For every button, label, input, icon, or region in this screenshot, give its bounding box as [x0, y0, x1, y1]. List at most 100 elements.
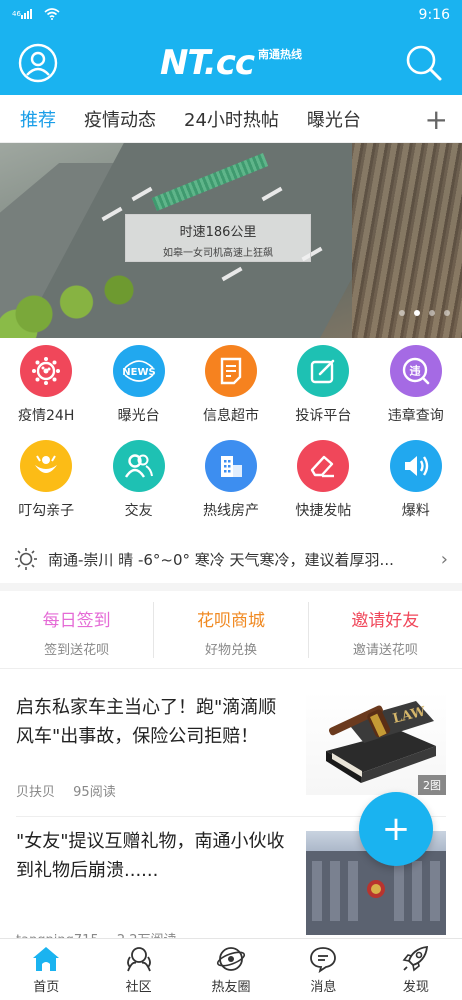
community-icon — [126, 947, 151, 972]
promo-invite[interactable]: 邀请好友 邀请送花呗 — [309, 602, 462, 658]
grid-label: 疫情24H — [18, 408, 75, 424]
grid-item-epidemic[interactable]: 疫情24H — [0, 345, 92, 440]
grid-item-real-estate[interactable]: 热线房产 — [185, 440, 277, 535]
eraser-icon — [297, 440, 350, 492]
grid-label: 快捷发帖 — [295, 503, 352, 519]
tab-24h-hot[interactable]: 24小时热帖 — [184, 106, 279, 132]
grid-label: 信息超市 — [202, 408, 259, 424]
promo-title: 花呗商城 — [196, 610, 265, 631]
news-title: "女友"提议互赠礼物，南通小伙收到礼物后崩溃...... — [16, 831, 285, 881]
profile-button[interactable] — [18, 43, 58, 83]
news-icon: NEWS — [112, 345, 165, 397]
image-count-badge: 2图 — [418, 775, 446, 795]
compose-fab[interactable]: + — [359, 792, 433, 866]
tab-exposure[interactable]: 曝光台 — [307, 106, 361, 132]
grid-item-complaint[interactable]: 投诉平台 — [277, 345, 369, 440]
status-bar: 46 9:16 — [0, 0, 462, 30]
nav-label: 消息 — [310, 980, 337, 995]
home-icon — [33, 947, 60, 971]
top-bar: 46 9:16 NT.cc 南通热线 — [0, 0, 462, 95]
search-button[interactable] — [404, 43, 444, 83]
grid-label: 热线房产 — [202, 503, 259, 519]
category-tabs: 推荐 疫情动态 24小时热帖 曝光台 + — [0, 95, 462, 143]
carousel-dot-active[interactable] — [414, 310, 420, 316]
nav-home[interactable]: 首页 — [0, 939, 92, 1000]
svg-text:46: 46 — [12, 10, 21, 18]
banner-subtitle: 如皋一女司机高速上狂飙 — [163, 248, 273, 259]
grid-item-info-market[interactable]: 信息超市 — [185, 345, 277, 440]
search-icon — [406, 45, 442, 80]
banner-title: 时速186公里 — [179, 225, 257, 240]
grid-item-quick-post[interactable]: 快捷发帖 — [277, 440, 369, 535]
grid-label: 违章查询 — [387, 408, 444, 424]
nav-label: 发现 — [402, 980, 429, 995]
nav-discover[interactable]: 发现 — [370, 939, 462, 1000]
logo-main: NT.cc — [159, 42, 255, 83]
grid-label: 投诉平台 — [295, 408, 352, 424]
user-icon — [18, 43, 58, 82]
news-author: 贝扶贝 — [16, 785, 56, 800]
grid-item-violation[interactable]: 违 违章查询 — [370, 345, 462, 440]
news-meta: 贝扶贝 95阅读 — [16, 781, 130, 800]
news-reads: 95阅读 — [73, 785, 116, 800]
grid-item-friends[interactable]: 交友 — [92, 440, 184, 535]
grid-label: 叮勾亲子 — [18, 503, 75, 519]
carousel-dot[interactable] — [429, 310, 435, 316]
nav-community[interactable]: 社区 — [92, 939, 184, 1000]
app-logo: NT.cc 南通热线 — [160, 43, 302, 83]
message-icon — [310, 947, 337, 973]
tab-epidemic[interactable]: 疫情动态 — [84, 106, 156, 132]
carousel-dot[interactable] — [399, 310, 405, 316]
grid-item-family[interactable]: 叮勾亲子 — [0, 440, 92, 535]
carousel-dots — [399, 310, 450, 316]
rocket-icon — [402, 945, 428, 972]
news-title: 启东私家车主当心了！跑"滴滴顺风车"出事故，保险公司拒赔！ — [16, 697, 277, 747]
banner-carousel[interactable]: 时速186公里 如皋一女司机高速上狂飙 — [0, 143, 462, 338]
friends-icon — [112, 440, 165, 492]
speaker-icon — [389, 440, 442, 492]
banner-caption: 时速186公里 如皋一女司机高速上狂飙 — [125, 214, 311, 262]
family-icon — [20, 440, 73, 492]
nav-label: 热友圈 — [211, 980, 251, 995]
grid-label: 交友 — [124, 503, 153, 519]
grid-label: 曝光台 — [117, 408, 160, 424]
weather-text: 南通-崇川 晴 -6°~0° 寒冷 天气寒冷，建议着厚羽... — [48, 550, 394, 569]
svg-text:NEWS: NEWS — [122, 367, 155, 378]
chevron-right-icon: › — [440, 548, 448, 570]
promo-title: 邀请好友 — [351, 610, 420, 631]
sun-icon — [15, 548, 37, 570]
news-thumbnail: LAW 2图 — [306, 691, 446, 795]
grid-item-report[interactable]: 爆料 — [370, 440, 462, 535]
weather-bar[interactable]: 南通-崇川 晴 -6°~0° 寒冷 天气寒冷，建议着厚羽... › — [0, 535, 462, 591]
promo-subtitle: 好物兑换 — [204, 642, 257, 658]
promo-subtitle: 签到送花呗 — [44, 642, 110, 658]
nav-friends-circle[interactable]: 热友圈 — [185, 939, 277, 1000]
nav-messages[interactable]: 消息 — [277, 939, 369, 1000]
tab-recommend[interactable]: 推荐 — [20, 106, 56, 132]
planet-icon — [216, 947, 246, 971]
status-time: 9:16 — [418, 7, 450, 23]
bottom-nav: 首页 社区 热友圈 消息 发现 — [0, 938, 462, 1000]
banner-trees — [352, 143, 462, 338]
app-header: NT.cc 南通热线 — [0, 30, 462, 95]
document-icon — [204, 345, 257, 397]
signal-icon: 46 — [12, 8, 38, 23]
promo-checkin[interactable]: 每日签到 签到送花呗 — [0, 601, 155, 658]
grid-label: 爆料 — [401, 503, 430, 519]
promo-row: 每日签到 签到送花呗 花呗商城 好物兑换 邀请好友 邀请送花呗 — [0, 591, 462, 669]
logo-sub: 南通热线 — [258, 47, 303, 61]
edit-icon — [297, 345, 350, 397]
banner-bushes — [0, 258, 170, 338]
promo-mall[interactable]: 花呗商城 好物兑换 — [154, 601, 309, 658]
carousel-dot[interactable] — [444, 310, 450, 316]
wifi-icon — [44, 7, 60, 23]
feature-grid: 疫情24H NEWS 曝光台 信息超市 投诉平台 违 违章查询 叮勾亲子 交友 — [0, 338, 462, 535]
promo-subtitle: 邀请送花呗 — [352, 642, 418, 658]
nav-label: 社区 — [125, 980, 152, 995]
promo-title: 每日签到 — [42, 610, 111, 631]
svg-text:违: 违 — [409, 364, 420, 378]
grid-item-exposure[interactable]: NEWS 曝光台 — [92, 345, 184, 440]
building-icon — [204, 440, 257, 492]
add-tab-icon[interactable]: + — [425, 103, 448, 136]
virus-icon — [20, 345, 73, 397]
